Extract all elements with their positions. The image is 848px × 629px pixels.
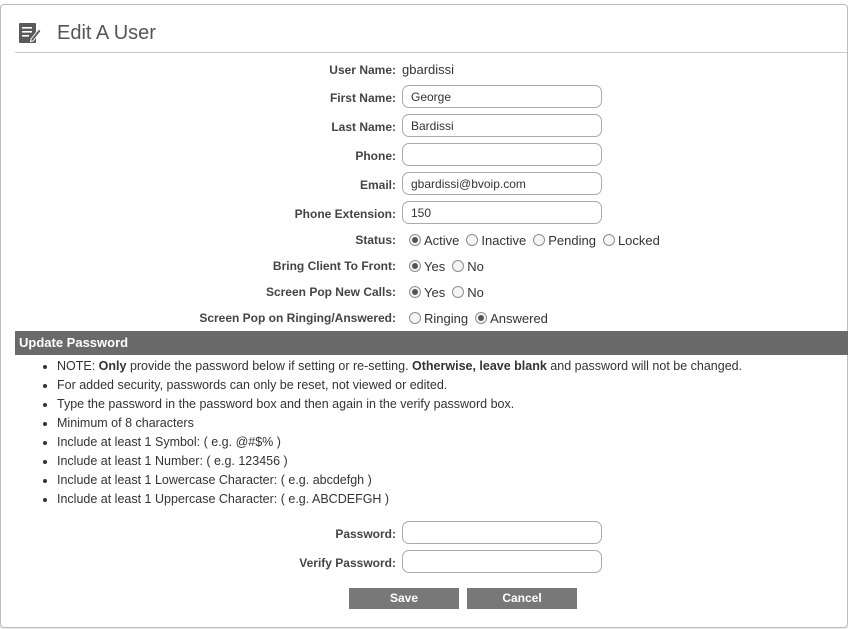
radio-label: Yes [424, 258, 446, 274]
status-row: Status: Active Inactive Pending Locked [1, 227, 848, 253]
last-name-field[interactable] [402, 114, 602, 137]
radio-button-icon[interactable] [475, 312, 488, 324]
list-item: NOTE: Only provide the password below if… [57, 357, 742, 376]
screen-pop-row: Screen Pop New Calls: Yes No [1, 279, 848, 305]
list-item: Include at least 1 Lowercase Character: … [57, 471, 742, 490]
note-prefix: NOTE: [57, 359, 99, 373]
username-label: User Name: [329, 63, 396, 77]
radio-label: Locked [617, 232, 660, 248]
bring-front-radio-group: Yes No [409, 253, 491, 279]
radio-button-icon[interactable] [409, 234, 421, 246]
bring-front-label: Bring Client To Front: [272, 259, 396, 273]
radio-label: Pending [548, 232, 596, 248]
edit-document-icon [19, 23, 42, 43]
list-item: For added security, passwords can only b… [57, 376, 742, 395]
list-item: Type the password in the password box an… [57, 395, 742, 414]
cancel-button[interactable]: Cancel [467, 588, 577, 609]
list-item: Include at least 1 Number: ( e.g. 123456… [57, 452, 742, 471]
save-button[interactable]: Save [349, 588, 459, 609]
screen-pop-radio-no[interactable]: No [452, 285, 484, 300]
radio-button-icon[interactable] [466, 234, 479, 246]
radio-button-icon[interactable] [409, 312, 421, 324]
radio-button-icon[interactable] [452, 286, 465, 298]
screen-pop-mode-radio-group: Ringing Answered [409, 305, 555, 331]
radio-button-icon[interactable] [533, 234, 546, 246]
username-value: gbardissi [402, 62, 455, 77]
radio-button-icon[interactable] [602, 234, 615, 246]
status-radio-active[interactable]: Active [409, 233, 459, 248]
email-field[interactable] [402, 172, 602, 195]
update-password-header: Update Password [15, 331, 848, 355]
screen-pop-radio-group: Yes No [409, 279, 491, 305]
dialog-header: Edit A User [15, 5, 847, 53]
password-row: Password: [1, 521, 848, 547]
last-name-label: Last Name: [331, 120, 396, 134]
status-radio-locked[interactable]: Locked [602, 232, 660, 248]
verify-password-row: Verify Password: [1, 550, 848, 576]
status-radio-pending[interactable]: Pending [533, 233, 596, 248]
radio-label: Active [424, 232, 460, 248]
password-field[interactable] [402, 521, 602, 544]
verify-password-label: Verify Password: [299, 556, 396, 570]
screen-pop-mode-row: Screen Pop on Ringing/Answered: Ringing … [1, 305, 848, 331]
screen-pop-mode-radio-ringing[interactable]: Ringing [409, 311, 468, 326]
radio-label: Answered [490, 310, 548, 326]
bring-front-radio-yes[interactable]: Yes [409, 259, 445, 274]
note-end: and password will not be changed. [546, 359, 743, 373]
status-radio-group: Active Inactive Pending Locked [409, 227, 667, 253]
email-label: Email: [359, 178, 396, 192]
screen-pop-label: Screen Pop New Calls: [265, 285, 396, 299]
radio-button-icon[interactable] [409, 286, 421, 298]
radio-label: Yes [424, 284, 446, 300]
list-item: Include at least 1 Symbol: ( e.g. @#$% ) [57, 433, 742, 452]
radio-label: No [467, 284, 484, 300]
first-name-label: First Name: [329, 91, 396, 105]
note-mid: provide the password below if setting or… [126, 359, 413, 373]
list-item: Minimum of 8 characters [57, 414, 742, 433]
note-bold: Otherwise, leave blank [412, 359, 547, 373]
bring-front-radio-no[interactable]: No [452, 259, 484, 274]
radio-button-icon[interactable] [452, 260, 465, 272]
radio-label: Ringing [424, 310, 469, 326]
status-radio-inactive[interactable]: Inactive [466, 233, 526, 248]
note-only: Only [98, 359, 127, 373]
screen-pop-mode-label: Screen Pop on Ringing/Answered: [199, 311, 396, 325]
bring-front-row: Bring Client To Front: Yes No [1, 253, 848, 279]
last-name-row: Last Name: [1, 114, 848, 140]
first-name-field[interactable] [402, 85, 602, 108]
extension-label: Phone Extension: [294, 207, 396, 221]
phone-label: Phone: [355, 149, 396, 163]
screen-pop-mode-radio-answered[interactable]: Answered [475, 311, 548, 326]
radio-button-icon[interactable] [409, 260, 421, 272]
dialog-title: Edit A User [57, 22, 156, 44]
password-rules-list: NOTE: Only provide the password below if… [39, 357, 742, 509]
screen-pop-radio-yes[interactable]: Yes [409, 285, 445, 300]
radio-label: Inactive [481, 232, 527, 248]
email-row: Email: [1, 172, 848, 198]
phone-field[interactable] [402, 143, 602, 166]
first-name-row: First Name: [1, 85, 848, 111]
status-label: Status: [355, 233, 396, 247]
list-item: Include at least 1 Uppercase Character: … [57, 490, 742, 509]
username-row: User Name: gbardissi [1, 57, 848, 83]
phone-row: Phone: [1, 143, 848, 169]
extension-field[interactable] [402, 201, 602, 224]
extension-row: Phone Extension: [1, 201, 848, 227]
edit-user-dialog: Edit A User User Name: gbardissi First N… [0, 4, 848, 628]
verify-password-field[interactable] [402, 550, 602, 573]
password-label: Password: [335, 527, 396, 541]
radio-label: No [467, 258, 484, 274]
